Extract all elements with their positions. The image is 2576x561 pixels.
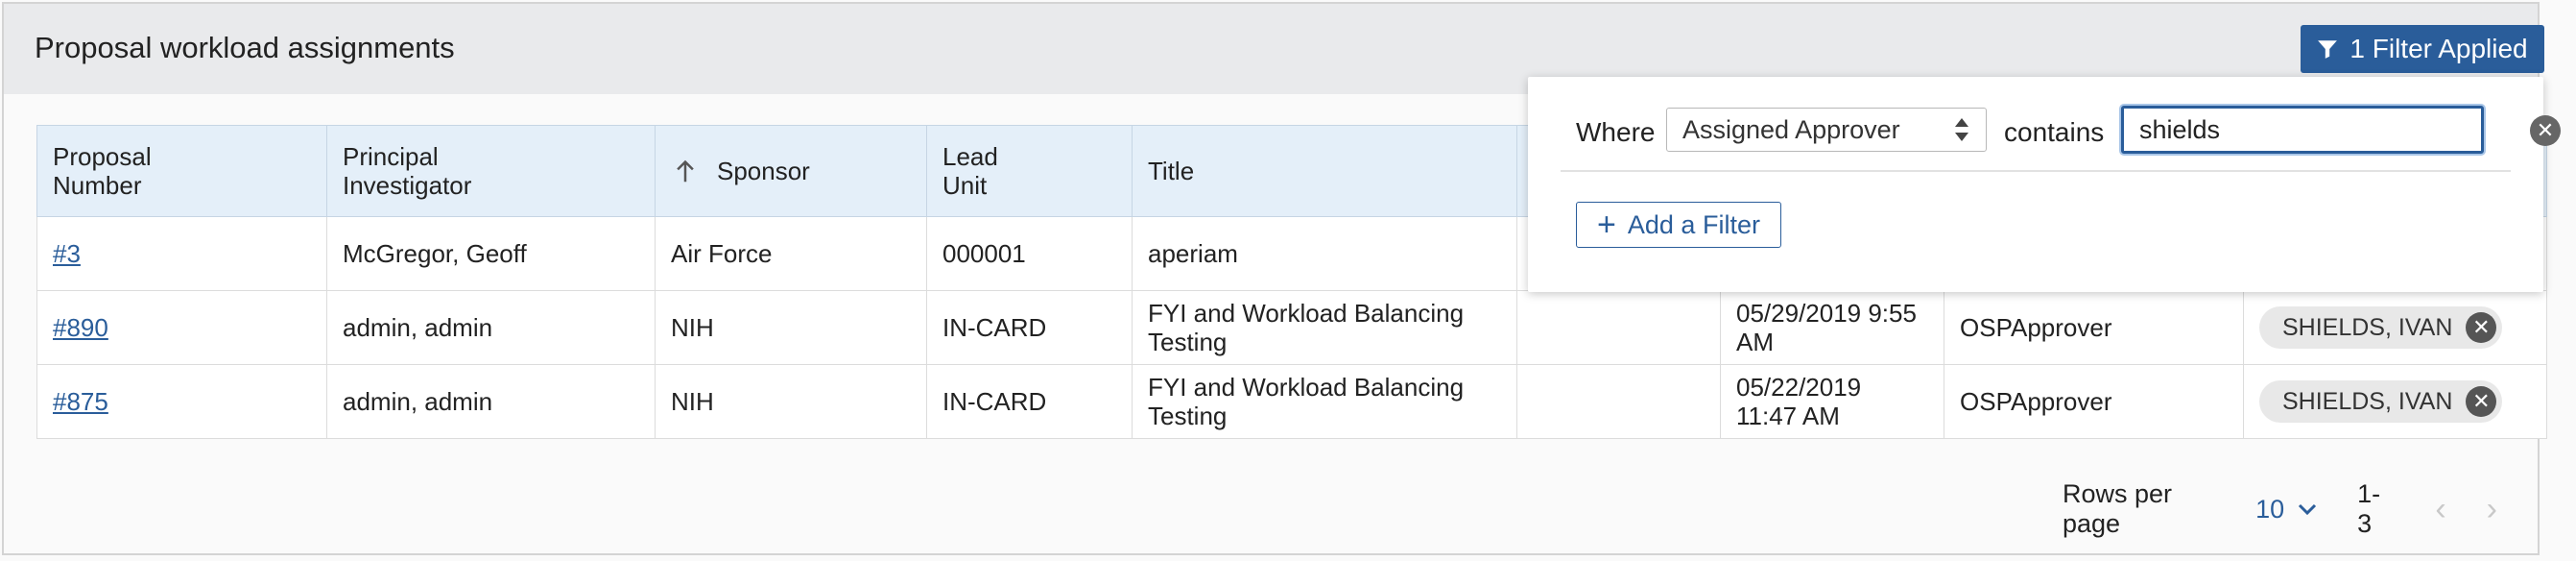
date-cell: 05/29/2019 9:55 AM (1720, 290, 1944, 365)
where-label: Where (1576, 117, 1656, 147)
next-page-icon[interactable]: › (2487, 491, 2497, 528)
column-header-title[interactable]: Title (1132, 125, 1517, 217)
column-header-proposal-number[interactable]: Proposal Number (36, 125, 327, 217)
page-range: 1-3 (2357, 479, 2381, 538)
proposal-link[interactable]: #3 (53, 239, 81, 268)
proposal-link[interactable]: #875 (53, 387, 108, 416)
proposal-number-cell: #3 (36, 216, 327, 291)
add-filter-button[interactable]: + Add a Filter (1576, 202, 1781, 248)
remove-filter-icon[interactable]: ✕ (2530, 115, 2561, 146)
filter-field-value: Assigned Approver (1682, 114, 1900, 144)
operator-label: contains (2004, 117, 2105, 147)
date-cell: 05/22/2019 11:47 AM (1720, 364, 1944, 439)
previous-page-icon[interactable]: ‹ (2435, 491, 2445, 528)
filter-funnel-icon (2318, 40, 2338, 59)
sponsor-cell: NIH (655, 364, 927, 439)
proposal-number-cell: #890 (36, 290, 327, 365)
table-row: #890 admin, admin NIH IN-CARD FYI and Wo… (36, 290, 2547, 365)
approver-chip-label: SHIELDS, IVAN (2282, 388, 2453, 415)
column-header-sponsor[interactable]: Sponsor (655, 125, 927, 217)
filter-popover: Where Assigned Approver contains ✕ + Add… (1528, 77, 2561, 292)
approver-chip-label: SHIELDS, IVAN (2282, 314, 2453, 341)
column-header-principal-investigator[interactable]: Principal Investigator (326, 125, 656, 217)
approver-chip: SHIELDS, IVAN ✕ (2259, 306, 2503, 349)
filters-applied-label: 1 Filter Applied (2349, 34, 2528, 63)
title-cell: aperiam (1132, 216, 1517, 291)
approver-cell: SHIELDS, IVAN ✕ (2243, 290, 2547, 365)
column-header-sponsor-label: Sponsor (717, 157, 810, 185)
proposal-link[interactable]: #890 (53, 313, 108, 342)
page-title: Proposal workload assignments (35, 31, 455, 64)
select-arrows-icon (1955, 118, 1968, 141)
principal-investigator-cell: admin, admin (326, 290, 656, 365)
lead-unit-cell: IN-CARD (926, 290, 1133, 365)
approver-chip: SHIELDS, IVAN ✕ (2259, 380, 2503, 423)
role-cell: OSPApprover (1944, 364, 2244, 439)
principal-investigator-cell: McGregor, Geoff (326, 216, 656, 291)
sort-ascending-icon (677, 159, 694, 183)
title-cell: FYI and Workload Balancing Testing (1132, 364, 1517, 439)
remove-approver-icon[interactable]: ✕ (2466, 312, 2497, 343)
table-row: #875 admin, admin NIH IN-CARD FYI and Wo… (36, 364, 2547, 439)
lead-unit-cell: IN-CARD (926, 364, 1133, 439)
add-filter-label: Add a Filter (1627, 209, 1760, 239)
approver-cell: SHIELDS, IVAN ✕ (2243, 364, 2547, 439)
title-cell: FYI and Workload Balancing Testing (1132, 290, 1517, 365)
cell-6 (1516, 290, 1721, 365)
rows-per-page-value: 10 (2255, 494, 2285, 524)
sponsor-cell: NIH (655, 290, 927, 365)
proposal-number-cell: #875 (36, 364, 327, 439)
pagination: Rows per page 10 1-3 ‹ › (2063, 475, 2538, 544)
plus-icon: + (1597, 207, 1616, 243)
lead-unit-cell: 000001 (926, 216, 1133, 291)
principal-investigator-cell: admin, admin (326, 364, 656, 439)
rows-per-page-label: Rows per page (2063, 479, 2173, 538)
rows-per-page-select[interactable]: 10 (2255, 495, 2317, 524)
column-header-lead-unit[interactable]: Lead Unit (926, 125, 1133, 217)
filter-value-input[interactable] (2121, 106, 2484, 154)
remove-approver-icon[interactable]: ✕ (2466, 386, 2497, 417)
popover-divider (1561, 170, 2511, 172)
filters-applied-button[interactable]: 1 Filter Applied (2301, 25, 2544, 73)
sponsor-cell: Air Force (655, 216, 927, 291)
filter-field-select[interactable]: Assigned Approver (1666, 108, 1987, 152)
cell-6 (1516, 364, 1721, 439)
chevron-down-icon (2299, 503, 2317, 516)
role-cell: OSPApprover (1944, 290, 2244, 365)
